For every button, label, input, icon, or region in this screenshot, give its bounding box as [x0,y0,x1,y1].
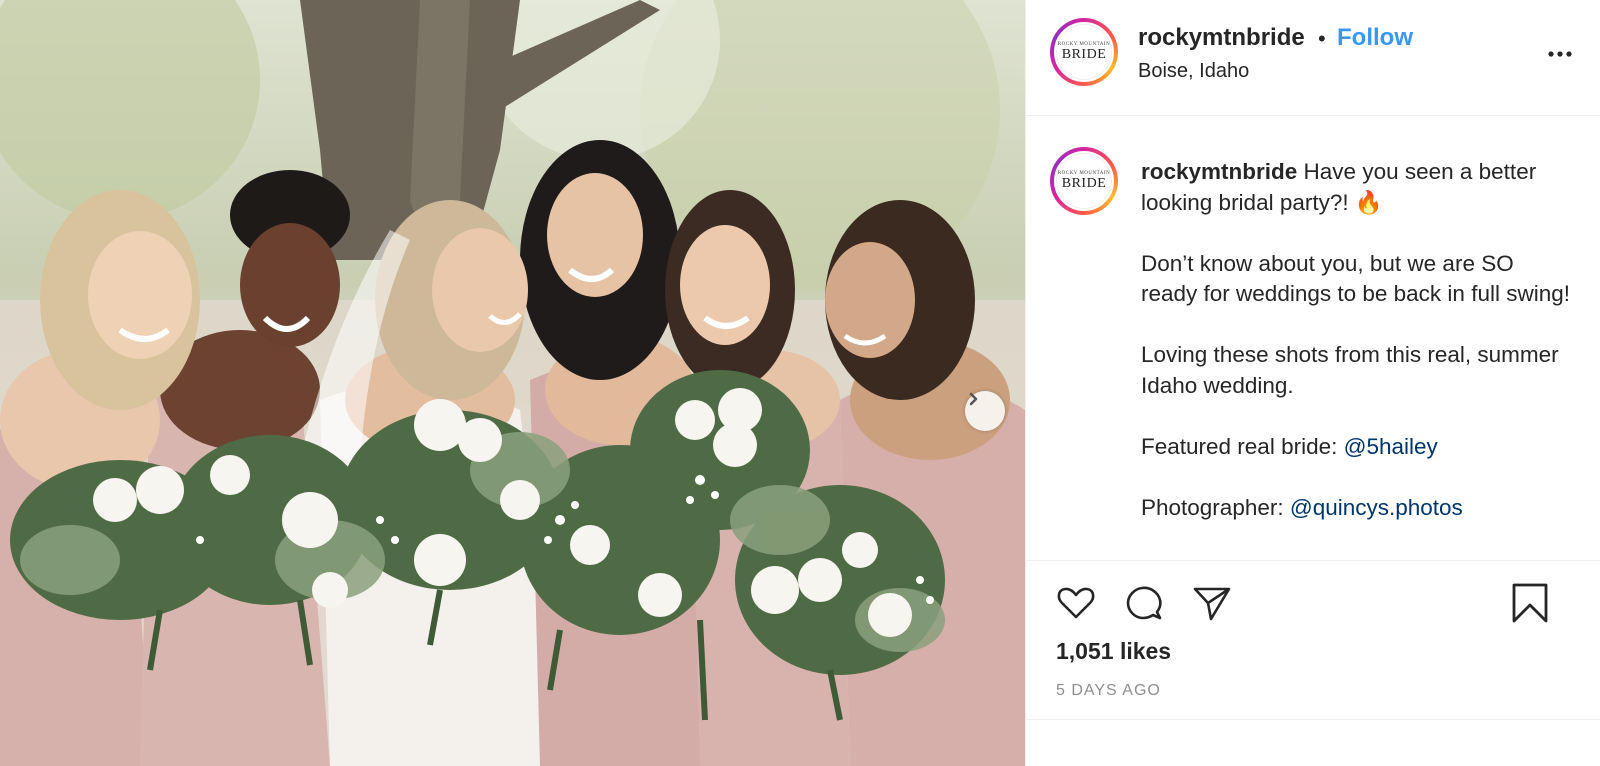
post-side-panel: ROCKY MOUNTAIN BRIDE rockymtnbride • Fol… [1025,0,1600,766]
more-horizontal-icon [1548,51,1572,57]
share-button[interactable] [1190,581,1234,625]
more-options-button[interactable] [1546,46,1576,62]
caption-text: rockymtnbride Have you seen a better loo… [1141,157,1571,523]
post-photo[interactable] [0,0,1025,766]
post-location[interactable]: Boise, Idaho [1138,60,1249,83]
next-photo-button[interactable] [965,391,1005,431]
bridal-party-illustration [0,0,1025,766]
likes-count[interactable]: 1,051 likes [1056,638,1171,665]
comment-button[interactable] [1122,581,1166,625]
comment-icon [1126,586,1162,620]
bookmark-icon [1512,583,1548,623]
avatar-image: ROCKY MOUNTAIN BRIDE [1054,22,1114,82]
caption-photographer-label: Photographer: [1141,494,1284,520]
mention-bride[interactable]: @5hailey [1344,434,1438,459]
post-header: ROCKY MOUNTAIN BRIDE rockymtnbride • Fol… [1026,0,1600,116]
avatar-logo-text: BRIDE [1061,46,1107,62]
share-icon [1193,587,1231,621]
header-username[interactable]: rockymtnbride [1138,24,1305,52]
header-separator: • [1318,26,1326,51]
follow-button[interactable]: Follow [1337,24,1413,52]
mention-photographer[interactable]: @quincys.photos [1290,495,1463,520]
caption-avatar[interactable]: ROCKY MOUNTAIN BRIDE [1050,147,1118,215]
caption-body: Have you seen a better looking bridal pa… [1141,159,1570,459]
chevron-right-icon [969,392,978,406]
caption-username[interactable]: rockymtnbride [1141,159,1297,184]
caption-avatar-image: ROCKY MOUNTAIN BRIDE [1054,151,1114,211]
avatar[interactable]: ROCKY MOUNTAIN BRIDE [1050,18,1118,86]
post-actions: 1,051 likes 5 DAYS AGO [1026,560,1600,720]
caption-avatar-logo-text: BRIDE [1061,175,1107,191]
save-button[interactable] [1508,581,1552,625]
post-caption: ROCKY MOUNTAIN BRIDE rockymtnbride Have … [1026,117,1600,560]
like-button[interactable] [1054,581,1098,625]
post-date[interactable]: 5 DAYS AGO [1056,682,1161,700]
heart-icon [1057,587,1095,619]
